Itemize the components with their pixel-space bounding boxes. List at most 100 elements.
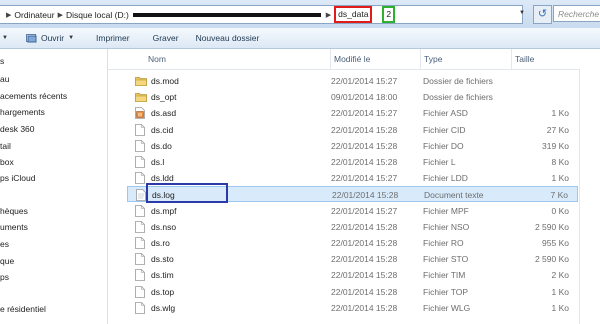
open-button[interactable]: Ouvrir ▼ [25,33,74,43]
file-row[interactable]: ds.top 22/01/2014 15:28 Fichier TOP 1 Ko [127,284,578,300]
sidebar-item-recent-places[interactable]: acements récents [0,91,67,101]
file-size: 7 Ko [550,190,569,201]
file-size: 0 Ko [551,205,570,216]
file-name: ds.tim [151,270,174,281]
file-icon [135,285,145,298]
chevron-down-icon[interactable]: ▼ [519,10,525,16]
folder-icon [135,77,147,86]
organize-dropdown[interactable]: ▼ [2,35,8,41]
file-date: 22/01/2014 15:28 [331,302,398,313]
file-row[interactable]: ds.l 22/01/2014 15:28 Fichier L 8 Ko [127,154,578,170]
file-name: ds.sto [151,254,174,265]
sidebar-item[interactable]: es [0,239,9,249]
file-row[interactable]: ds.tim 22/01/2014 15:28 Fichier TIM 2 Ko [127,267,578,283]
breadcrumb-drive[interactable]: Disque local (D:) [66,10,129,20]
open-icon [25,34,37,43]
file-name: ds.asd [151,108,177,119]
text-file-icon [136,189,146,202]
sidebar-item[interactable]: ps [0,272,9,282]
breadcrumb-ds-data[interactable]: ds_data [334,6,373,23]
sidebar-item[interactable]: desk 360 [0,124,35,134]
file-name: ds.cid [151,124,174,135]
blue-highlight-box [146,183,228,204]
file-row[interactable]: ds.cid 22/01/2014 15:28 Fichier CID 27 Ko [127,122,578,138]
file-row[interactable]: Wds.asd 22/01/2014 15:27 Fichier ASD 1 Ko [127,105,578,121]
file-name: ds.do [151,140,172,151]
file-icon [135,172,145,185]
column-date[interactable]: Modifié le [334,54,370,64]
file-row[interactable]: ds.do 22/01/2014 15:28 Fichier DO 319 Ko [127,138,578,154]
new-folder-button[interactable]: Nouveau dossier [196,33,260,43]
file-name: ds.l [151,157,165,167]
chevron-right-icon[interactable]: ▶ [326,11,331,19]
file-type: Fichier WLG [423,302,471,313]
file-row[interactable]: ds.mpf 22/01/2014 15:27 Fichier MPF 0 Ko [127,203,578,219]
sidebar-item-homegroup[interactable]: e résidentiel [0,304,46,314]
file-date: 22/01/2014 15:28 [331,140,398,151]
vertical-scrollbar[interactable] [579,69,600,324]
file-row[interactable]: ds.nso 22/01/2014 15:28 Fichier NSO 2 590 K… [127,219,578,235]
print-button[interactable]: Imprimer [96,33,130,43]
chevron-right-icon[interactable]: ▶ [58,11,63,19]
sidebar-item-libraries[interactable]: hèques [0,206,28,216]
sidebar-item[interactable]: que [0,256,14,266]
file-row[interactable]: ds.log 22/01/2014 15:28 Document texte 7 Ko [127,183,578,204]
breadcrumb-number[interactable]: 2 [382,6,396,23]
file-row[interactable]: ds.ro 22/01/2014 15:28 Fichier RO 955 Ko [127,235,578,251]
sidebar-item-icloud[interactable]: ps iCloud [0,173,35,183]
file-size: 2 Ko [551,270,570,281]
breadcrumb-computer[interactable]: Ordinateur [14,10,54,20]
sidebar-item[interactable]: box [0,157,14,167]
file-row[interactable]: ds_opt 09/01/2014 18:00 Dossier de fichier… [127,89,578,105]
file-size: 1 Ko [551,173,570,184]
file-icon [135,139,145,152]
burn-button[interactable]: Graver [153,33,179,43]
address-bar: ▶ Ordinateur ▶ Disque local (D:) ▶ ds_da… [0,0,600,29]
column-size[interactable]: Taille [515,54,534,64]
file-date: 22/01/2014 15:28 [331,124,398,135]
file-icon [135,237,145,249]
file-name: ds.mpf [151,205,177,216]
file-type: Fichier TIM [423,270,466,281]
refresh-button[interactable]: ↺ [533,5,552,24]
sidebar-item[interactable]: tail [0,141,11,151]
file-type: Fichier NSO [423,221,470,232]
column-divider[interactable] [511,49,512,69]
sidebar-item[interactable]: au [0,74,9,84]
chevron-down-icon[interactable]: ▼ [68,35,74,41]
column-divider[interactable] [420,49,421,69]
file-row[interactable]: ds.mod 22/01/2014 15:27 Dossier de fichier… [127,73,578,89]
file-name: ds_opt [151,92,177,103]
file-size: 2 590 Ko [534,221,569,232]
file-size: 1 Ko [551,302,570,313]
file-row[interactable]: ds.wlg 22/01/2014 15:28 Fichier WLG 1 Ko [127,300,578,316]
search-input[interactable]: Recherche [553,5,600,22]
file-name: ds.ldd [151,173,174,184]
file-size: 955 Ko [542,238,569,248]
file-date: 22/01/2014 15:28 [331,286,398,297]
open-label: Ouvrir [40,33,65,43]
breadcrumb[interactable]: ▶ Ordinateur ▶ Disque local (D:) ▶ ds_da… [0,5,523,24]
file-type: Fichier TOP [423,286,469,297]
file-icon [135,123,145,136]
sidebar-item-documents[interactable]: uments [0,222,28,232]
file-type: Dossier de fichiers [423,76,493,86]
file-type: Fichier STO [423,254,469,265]
file-date: 22/01/2014 15:28 [332,190,399,201]
file-date: 22/01/2014 15:27 [331,108,398,119]
file-row[interactable]: ds.sto 22/01/2014 15:28 Fichier STO 2 590 K… [127,251,578,267]
file-date: 22/01/2014 15:27 [331,76,398,86]
file-name: ds.nso [151,221,177,232]
command-bar: ▼ Ouvrir ▼ Imprimer Graver Nouveau dossi… [0,28,600,49]
chevron-right-icon[interactable]: ▶ [6,11,11,19]
sidebar-item[interactable]: s [0,56,4,66]
sidebar-item-downloads[interactable]: hargements [0,107,45,117]
column-type[interactable]: Type [424,54,442,64]
file-icon [135,156,145,168]
svg-text:W: W [138,113,143,119]
column-name[interactable]: Nom [148,54,166,64]
file-date: 22/01/2014 15:28 [331,254,398,265]
column-divider[interactable] [330,49,331,69]
file-name: ds.ro [151,238,170,248]
file-name: ds.top [151,286,175,297]
